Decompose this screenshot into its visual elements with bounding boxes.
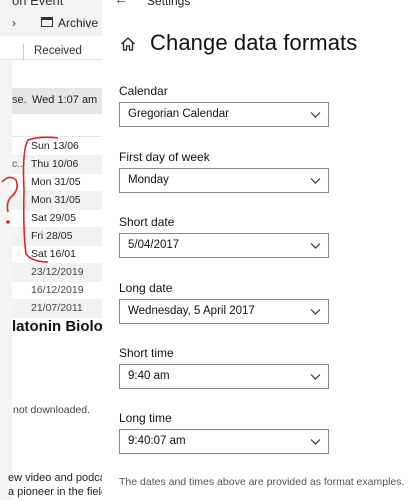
calendar-label: Calendar	[119, 84, 168, 98]
message-row[interactable]: 23/12/2019	[12, 263, 102, 282]
first-day-of-week-value: Monday	[128, 174, 169, 186]
chevron-down-icon	[310, 374, 321, 380]
message-row[interactable]: Mon 31/05	[12, 173, 102, 192]
message-date: Mon 31/05	[31, 176, 81, 188]
short-date-label: Short date	[119, 215, 175, 229]
message-row[interactable]: Sun 13/06	[12, 137, 102, 156]
column-divider[interactable]	[23, 44, 24, 60]
long-date-label: Long date	[119, 281, 173, 295]
first-day-of-week-dropdown[interactable]: Monday	[119, 168, 329, 193]
format-examples-note: The dates and times above are provided a…	[119, 476, 405, 488]
settings-app-name: Settings	[147, 0, 191, 8]
chevron-down-icon	[310, 439, 321, 445]
selected-message-date: Wed 1:07 am	[32, 94, 98, 106]
background-mail-window: on Event › Archive Received se. Wed 1:07…	[0, 0, 102, 500]
selected-message-subject: se.	[12, 94, 27, 106]
long-time-dropdown[interactable]: 9:40:07 am	[119, 429, 329, 454]
message-row[interactable]: Fri 28/05	[12, 227, 102, 246]
message-date: Sat 16/01	[31, 248, 76, 260]
message-row[interactable]: Sat 29/05	[12, 209, 102, 228]
left-pane-edge	[0, 60, 12, 500]
message-date: Sat 29/05	[31, 212, 76, 224]
toolbar-chevron-icon[interactable]: ›	[12, 16, 16, 30]
home-icon[interactable]	[120, 36, 136, 52]
short-date-dropdown[interactable]: 5/04/2017	[119, 233, 329, 258]
page-title: Change data formats	[150, 30, 358, 55]
download-status-text: not downloaded.	[13, 404, 91, 416]
message-row[interactable]: c.. Thu 10/06	[12, 155, 102, 174]
message-date: 23/12/2019	[31, 266, 84, 278]
message-date: Thu 10/06	[31, 158, 79, 170]
back-arrow-icon[interactable]: ←	[114, 0, 128, 7]
message-date: Sun 13/06	[31, 140, 79, 152]
chevron-down-icon	[310, 178, 321, 184]
preview-line: ew video and podca	[8, 472, 102, 484]
message-subject: c..	[12, 158, 24, 170]
received-column-header[interactable]: Received	[34, 45, 82, 57]
long-time-label: Long time	[119, 411, 172, 425]
message-row[interactable]: Mon 31/05	[12, 191, 102, 210]
message-row[interactable]: 21/07/2011	[12, 299, 102, 318]
message-date: Fri 28/05	[31, 230, 73, 242]
message-date: 16/12/2019	[31, 284, 84, 296]
message-date: 21/07/2011	[31, 302, 83, 314]
archive-button[interactable]: Archive	[58, 16, 98, 30]
long-time-value: 9:40:07 am	[128, 435, 186, 447]
archive-icon[interactable]	[41, 17, 53, 27]
first-day-of-week-label: First day of week	[119, 150, 210, 164]
long-date-value: Wednesday, 5 April 2017	[128, 305, 255, 317]
mail-window-title: on Event	[12, 0, 64, 8]
message-date: Mon 31/05	[31, 194, 81, 206]
calendar-value: Gregorian Calendar	[128, 108, 230, 120]
reading-pane-heading: latonin Biology	[12, 318, 102, 335]
long-date-dropdown[interactable]: Wednesday, 5 April 2017	[119, 299, 329, 324]
short-time-label: Short time	[119, 346, 174, 360]
message-row[interactable]: 16/12/2019	[12, 281, 102, 300]
short-date-value: 5/04/2017	[128, 239, 180, 251]
short-time-value: 9:40 am	[128, 370, 170, 382]
chevron-down-icon	[310, 243, 321, 249]
message-row[interactable]: Sat 16/01	[12, 245, 102, 264]
chevron-down-icon	[310, 309, 321, 315]
settings-window: ← Settings Change data formats Calendar …	[102, 0, 408, 500]
calendar-dropdown[interactable]: Gregorian Calendar	[119, 102, 329, 127]
preview-line: a pioneer in the field	[8, 486, 102, 498]
short-time-dropdown[interactable]: 9:40 am	[119, 364, 329, 389]
chevron-down-icon	[310, 112, 321, 118]
